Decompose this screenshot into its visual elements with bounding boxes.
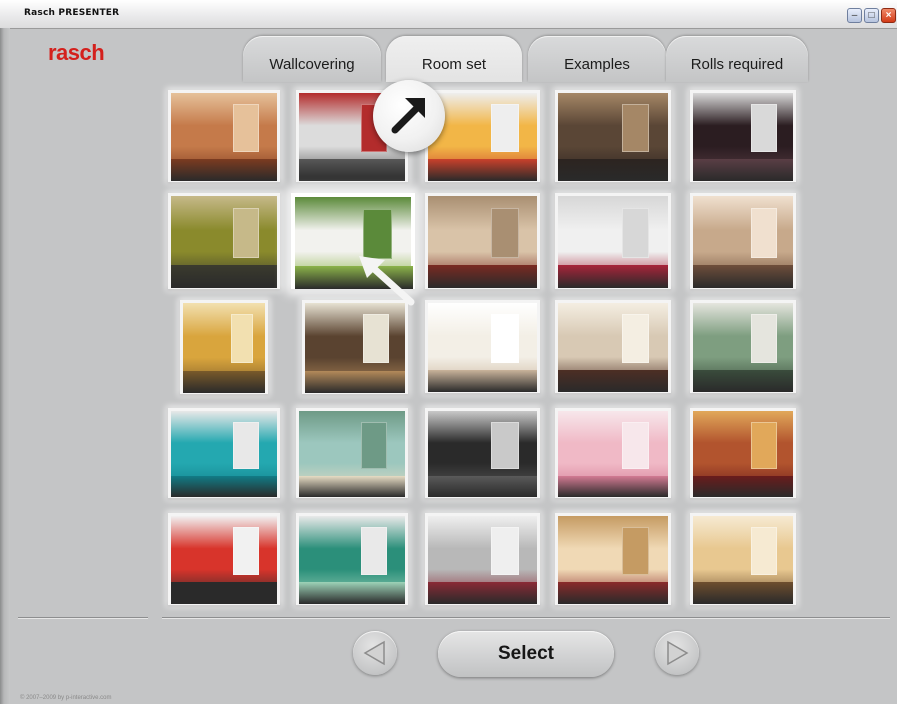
room-thumbnail[interactable]: [168, 90, 280, 182]
room-photo-detail: [751, 421, 777, 469]
previous-button[interactable]: [353, 631, 397, 675]
window-title: Rasch PRESENTER: [24, 8, 120, 18]
pointer-arrow-icon: [359, 256, 415, 306]
maximize-button[interactable]: □: [864, 8, 879, 23]
room-thumbnail[interactable]: [168, 513, 280, 605]
room-thumbnail[interactable]: [555, 408, 671, 498]
room-photo-floor: [171, 475, 277, 498]
minimize-button[interactable]: –: [847, 8, 862, 23]
room-photo-floor: [171, 582, 277, 605]
copyright-footer: © 2007–2009 by p-interactive.com: [20, 695, 112, 701]
divider-left: [18, 617, 148, 618]
tab-room-set[interactable]: Room set: [386, 36, 522, 82]
room-thumbnail[interactable]: [555, 300, 671, 393]
room-thumbnail[interactable]: [168, 408, 280, 498]
select-button[interactable]: Select: [438, 631, 614, 677]
room-photo-floor: [558, 369, 668, 393]
room-thumbnail[interactable]: [425, 193, 540, 289]
expand-preview-button[interactable]: [373, 80, 445, 152]
room-thumbnail[interactable]: [690, 193, 796, 289]
room-thumbnail[interactable]: [180, 300, 268, 394]
room-photo-detail: [232, 207, 260, 258]
room-thumbnail[interactable]: [168, 193, 280, 289]
room-photo-detail: [491, 207, 519, 258]
room-photo-detail: [621, 527, 650, 576]
room-thumbnail[interactable]: [425, 300, 540, 393]
room-photo-floor: [183, 370, 265, 394]
room-thumbnail[interactable]: [690, 408, 796, 498]
arrow-left-icon: [363, 640, 385, 666]
window-left-border: [0, 28, 10, 704]
room-photo-floor: [299, 159, 405, 182]
tab-rolls-required[interactable]: Rolls required: [666, 36, 808, 82]
app-window: Rasch PRESENTER – □ × rasch Wallcovering…: [0, 0, 897, 704]
room-thumbnail[interactable]: [555, 90, 671, 182]
room-thumbnail[interactable]: [690, 90, 796, 182]
divider-right: [162, 617, 890, 618]
tab-examples[interactable]: Examples: [528, 36, 666, 82]
room-photo-floor: [428, 475, 537, 498]
room-photo-detail: [751, 207, 777, 258]
room-photo-detail: [491, 314, 519, 363]
room-thumbnail[interactable]: [296, 513, 408, 605]
rasch-logo: rasch: [48, 40, 105, 65]
room-photo-floor: [693, 159, 793, 182]
room-photo-floor: [428, 265, 537, 289]
room-photo-floor: [693, 582, 793, 605]
room-photo-detail: [232, 527, 260, 576]
room-photo-floor: [558, 582, 668, 605]
room-photo-detail: [751, 527, 777, 576]
room-thumbnail[interactable]: [302, 300, 408, 394]
room-photo-detail: [751, 314, 777, 363]
next-button[interactable]: [655, 631, 699, 675]
room-thumbnail[interactable]: [555, 513, 671, 605]
room-photo-floor: [428, 159, 537, 182]
title-bar: Rasch PRESENTER – □ ×: [0, 0, 897, 29]
room-photo-detail: [621, 421, 650, 469]
room-photo-floor: [299, 582, 405, 605]
room-photo-detail: [232, 421, 260, 469]
room-photo-floor: [693, 369, 793, 393]
room-photo-detail: [231, 314, 253, 364]
room-photo-detail: [363, 314, 389, 364]
room-photo-floor: [558, 475, 668, 498]
room-thumbnail[interactable]: [690, 513, 796, 605]
room-photo-floor: [428, 369, 537, 393]
room-photo-detail: [621, 314, 650, 363]
room-thumbnail[interactable]: [296, 408, 408, 498]
close-button[interactable]: ×: [881, 8, 896, 23]
room-photo-floor: [299, 475, 405, 498]
room-thumbnail[interactable]: [425, 408, 540, 498]
room-photo-detail: [491, 527, 519, 576]
room-photo-floor: [693, 475, 793, 498]
room-photo-floor: [558, 159, 668, 182]
room-photo-detail: [621, 207, 650, 258]
room-photo-floor: [428, 582, 537, 605]
room-photo-floor: [305, 370, 405, 394]
room-photo-floor: [171, 159, 277, 182]
room-thumbnail[interactable]: [555, 193, 671, 289]
room-photo-detail: [491, 421, 519, 469]
room-photo-detail: [360, 421, 388, 469]
room-photo-floor: [171, 265, 277, 289]
room-photo-floor: [693, 265, 793, 289]
room-photo-detail: [621, 104, 650, 153]
room-photo-floor: [558, 265, 668, 289]
room-thumbnail[interactable]: [425, 513, 540, 605]
tab-wallcovering[interactable]: Wallcovering: [243, 36, 381, 82]
room-thumbnail[interactable]: [690, 300, 796, 393]
arrow-right-icon: [667, 640, 689, 666]
room-photo-detail: [232, 104, 260, 153]
room-photo-detail: [751, 104, 777, 153]
room-photo-detail: [491, 104, 519, 153]
room-photo-detail: [360, 527, 388, 576]
expand-arrow-icon: [391, 98, 425, 134]
